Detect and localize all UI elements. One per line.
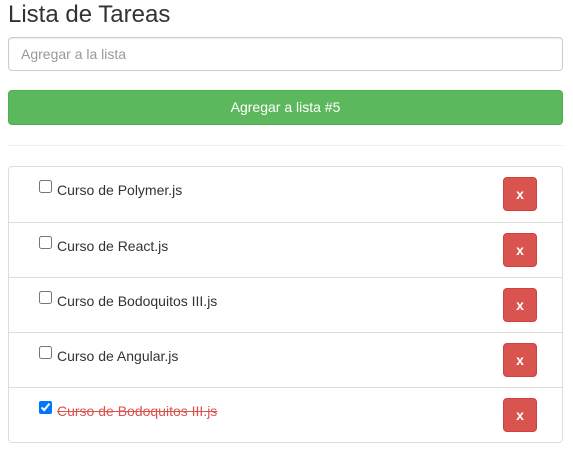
- task-checkbox[interactable]: [39, 401, 52, 414]
- task-label: Curso de Angular.js: [57, 348, 179, 364]
- delete-task-button[interactable]: x: [503, 343, 537, 377]
- task-checkbox[interactable]: [39, 236, 52, 249]
- divider: [8, 145, 563, 146]
- task-checkbox[interactable]: [39, 346, 52, 359]
- add-task-input[interactable]: [8, 37, 563, 71]
- todo-app: Lista de Tareas Agregar a lista #5 Curso…: [0, 0, 573, 463]
- task-item: Curso de Polymer.js x: [9, 167, 562, 222]
- task-list: Curso de Polymer.js x Curso de React.js …: [8, 166, 563, 443]
- task-checkbox[interactable]: [39, 180, 52, 193]
- task-item: Curso de React.js x: [9, 222, 562, 277]
- task-item: Curso de Bodoquitos III.js x: [9, 387, 562, 442]
- delete-task-button[interactable]: x: [503, 233, 537, 267]
- delete-task-button[interactable]: x: [503, 177, 537, 211]
- task-label: Curso de Bodoquitos III.js: [57, 403, 218, 419]
- task-label: Curso de Polymer.js: [57, 182, 183, 198]
- task-checkbox[interactable]: [39, 291, 52, 304]
- delete-task-button[interactable]: x: [503, 398, 537, 432]
- page-title: Lista de Tareas: [8, 1, 171, 28]
- add-task-button[interactable]: Agregar a lista #5: [8, 90, 563, 125]
- task-item: Curso de Angular.js x: [9, 332, 562, 387]
- delete-task-button[interactable]: x: [503, 288, 537, 322]
- task-label: Curso de React.js: [57, 238, 169, 254]
- task-item: Curso de Bodoquitos III.js x: [9, 277, 562, 332]
- task-label: Curso de Bodoquitos III.js: [57, 293, 218, 309]
